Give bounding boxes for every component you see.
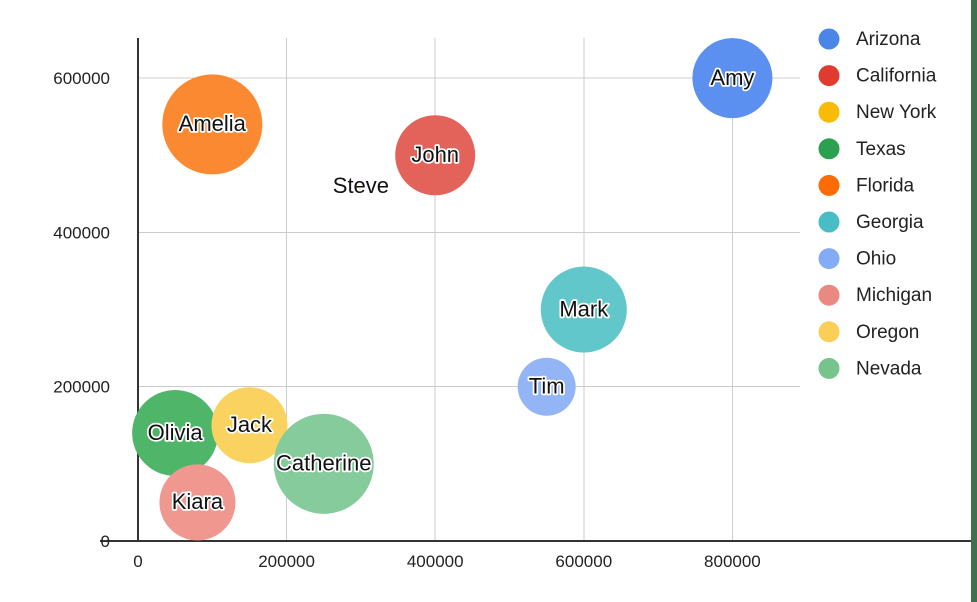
legend-swatch (818, 101, 840, 123)
y-tick-label: 400000 (53, 223, 110, 242)
bubble-label: John (411, 142, 459, 167)
y-tick-label: 600000 (53, 69, 110, 88)
bubble-label: Steve (333, 173, 389, 198)
legend-item-texas[interactable]: Texas (818, 138, 906, 160)
x-tick-label: 400000 (407, 552, 464, 571)
legend-swatch (818, 357, 840, 379)
legend-item-nevada[interactable]: Nevada (818, 357, 922, 380)
legend-swatch (818, 138, 840, 160)
bubble-steve[interactable]: Steve (331, 171, 391, 199)
legend-swatch (818, 248, 840, 270)
legend-label: Texas (856, 139, 906, 160)
x-axis-tick-labels: 0 200000 400000 600000 800000 (133, 552, 761, 571)
bubble-olivia[interactable]: Olivia (132, 389, 219, 476)
bubble-tim[interactable]: Tim (517, 357, 576, 416)
x-tick-label: 800000 (704, 552, 761, 571)
bubble-label: Kiara (172, 489, 224, 514)
legend-item-ohio[interactable]: Ohio (818, 248, 897, 270)
legend-label: Florida (856, 175, 915, 196)
legend-swatch (818, 65, 840, 87)
bubble-label: Amelia (179, 111, 247, 136)
bubble-series[interactable]: Amy Amelia John Steve Mark Tim Olivia JackCathe… (132, 38, 773, 541)
legend-label: Michigan (856, 285, 932, 306)
legend[interactable]: Arizona California New York Texas Florida Geo… (818, 28, 937, 380)
bubble-label: Tim (529, 374, 565, 399)
bubble-label: Jack (227, 412, 273, 437)
bubble-mark[interactable]: Mark (540, 266, 627, 353)
legend-label: Arizona (856, 29, 921, 50)
x-tick-label: 600000 (555, 552, 612, 571)
legend-item-florida[interactable]: Florida (818, 174, 915, 197)
bubble-label: Amy (710, 65, 754, 90)
legend-item-california[interactable]: California (818, 65, 937, 87)
legend-label: Georgia (856, 212, 924, 233)
y-tick-label: 0 (101, 532, 110, 551)
legend-swatch (818, 321, 840, 343)
legend-item-arizona[interactable]: Arizona (818, 28, 921, 51)
bubble-catherine[interactable]: Catherine (273, 413, 374, 514)
bubble-john[interactable]: John (395, 115, 476, 196)
bubble-label: Mark (559, 296, 609, 321)
bubble-chart: 0 200000 400000 600000 0 200000 400000 600000 8… (0, 0, 977, 602)
x-tick-label: 200000 (258, 552, 315, 571)
x-tick-label: 0 (133, 552, 142, 571)
legend-label: Oregon (856, 322, 919, 343)
right-edge-band (971, 0, 977, 602)
plot-area: 0 200000 400000 600000 0 200000 400000 600000 8… (53, 28, 977, 571)
y-tick-label: 200000 (53, 378, 110, 397)
legend-item-new-york[interactable]: New York (818, 101, 937, 124)
bubble-amelia[interactable]: Amelia (162, 74, 263, 175)
legend-swatch (818, 211, 840, 233)
legend-swatch (818, 28, 840, 50)
legend-item-georgia[interactable]: Georgia (818, 211, 925, 234)
bubble-label: Catherine (276, 451, 371, 476)
legend-item-oregon[interactable]: Oregon (818, 321, 920, 343)
legend-label: Nevada (856, 358, 922, 379)
bubble-amy[interactable]: Amy (692, 38, 773, 119)
bubble-label: Olivia (148, 420, 204, 445)
legend-swatch (818, 284, 840, 306)
legend-label: California (856, 66, 937, 87)
legend-swatch (818, 174, 840, 196)
legend-item-michigan[interactable]: Michigan (818, 284, 933, 307)
legend-label: Ohio (856, 249, 896, 270)
bubble-kiara[interactable]: Kiara (159, 464, 236, 541)
y-axis-tick-labels: 0 200000 400000 600000 (53, 69, 110, 551)
legend-label: New York (856, 102, 937, 123)
